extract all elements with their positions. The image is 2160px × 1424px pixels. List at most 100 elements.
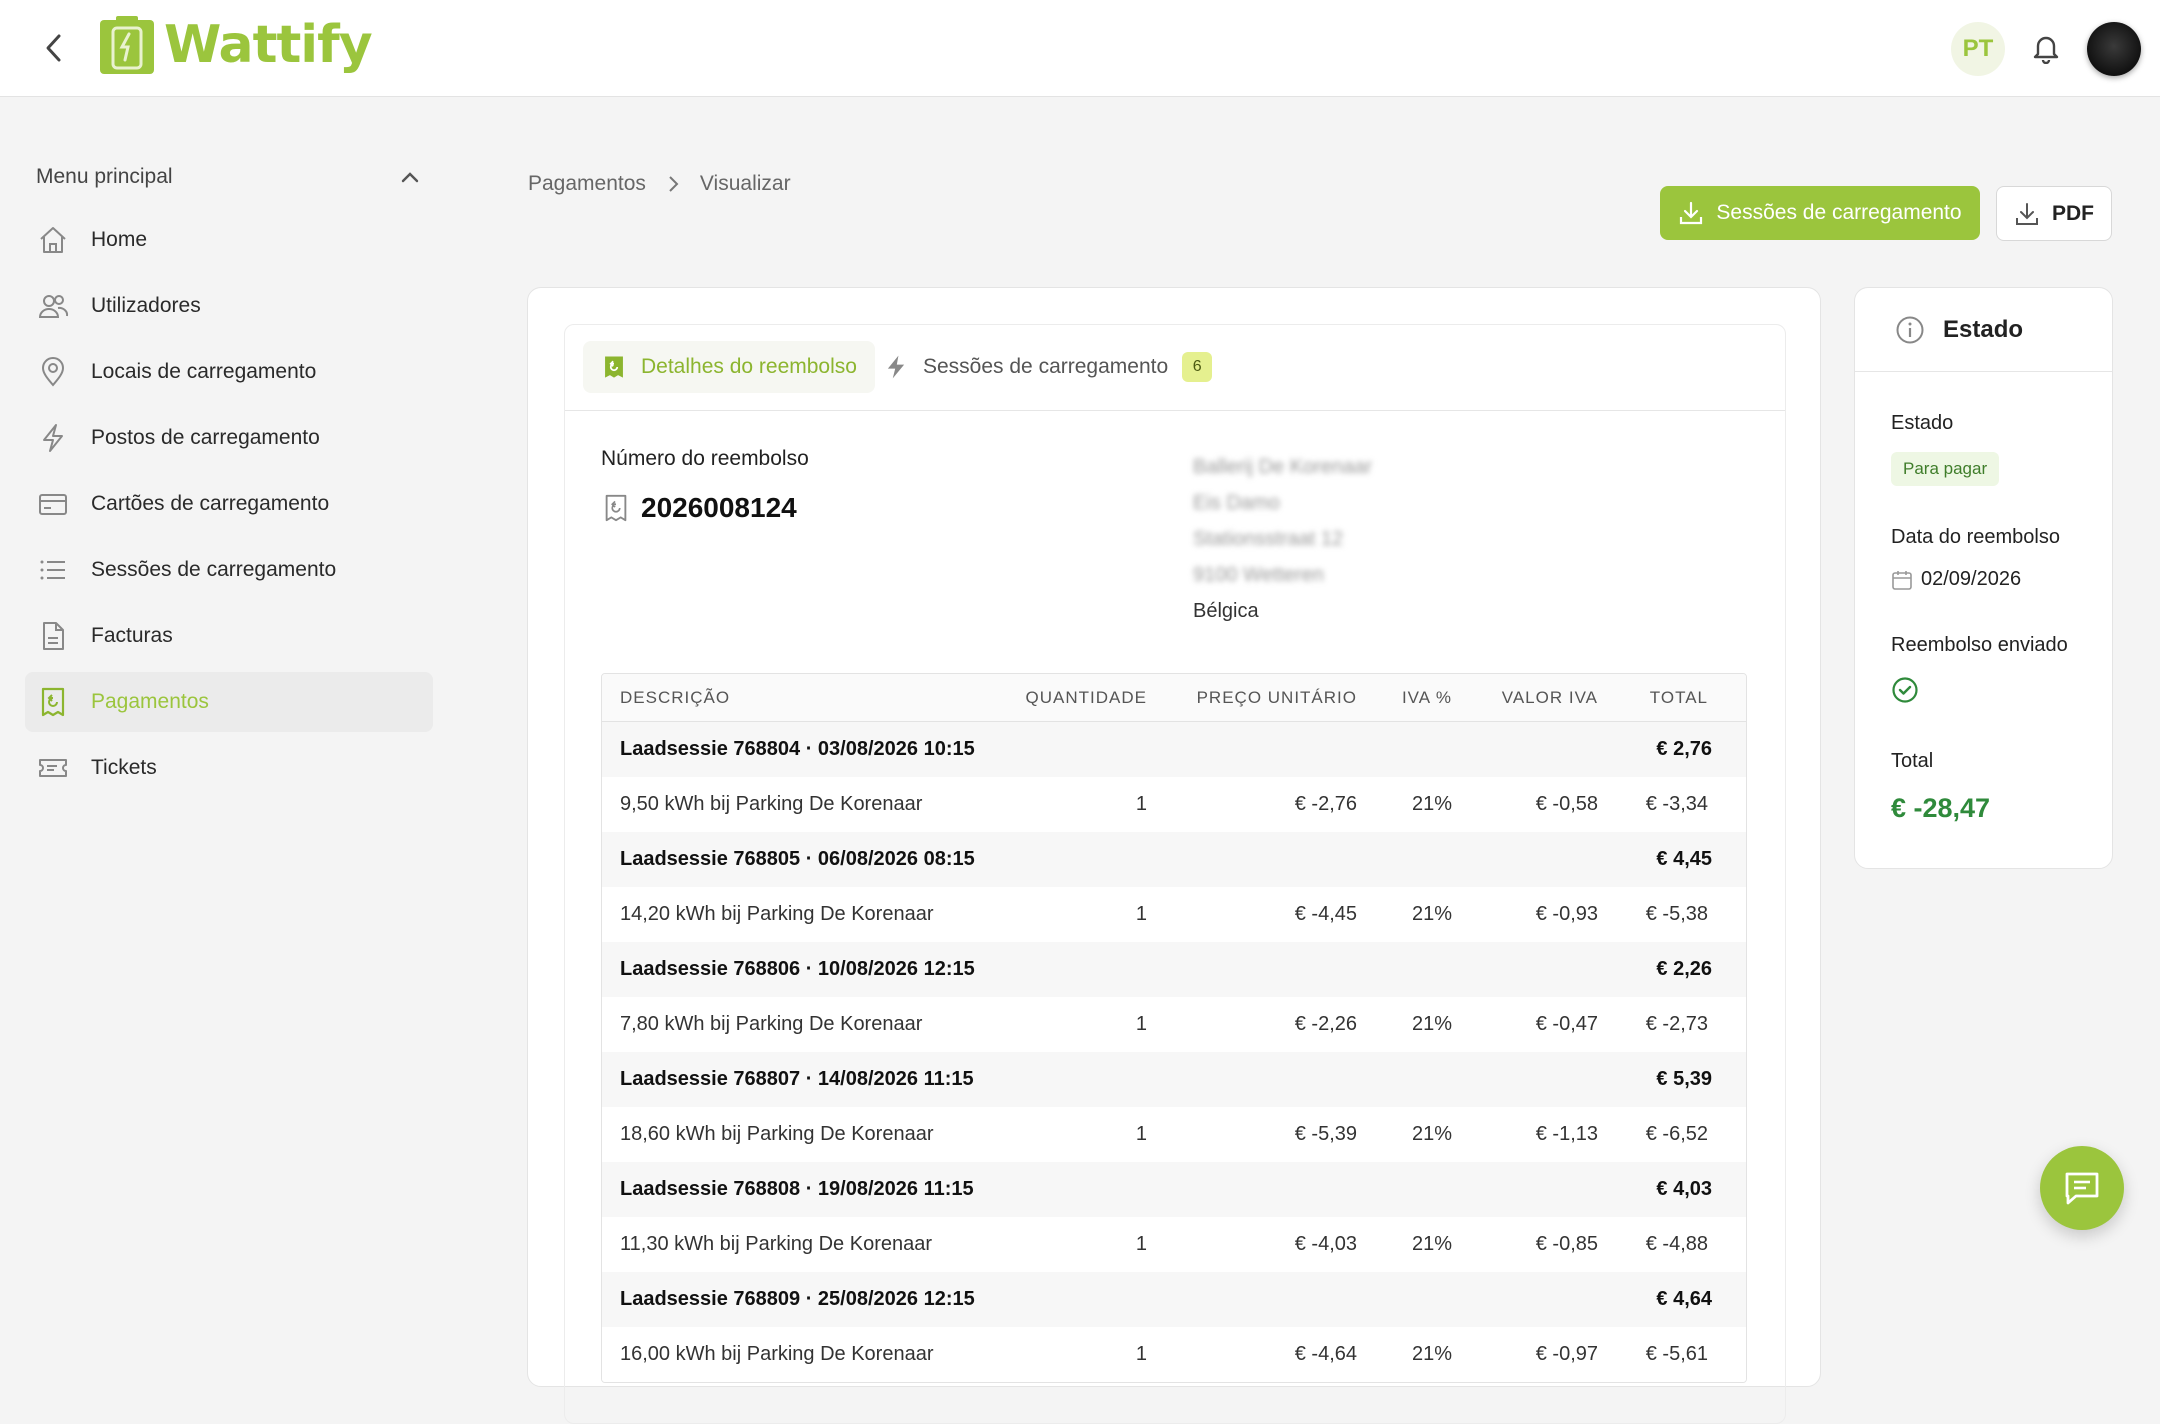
sidebar-item-charging-cards[interactable]: Cartões de carregamento [25,474,433,534]
refund-date: 02/09/2026 [1891,568,2021,591]
session-title: Laadsessie 768804 · 03/08/2026 10:15 [620,738,975,760]
refund-lines-table: DESCRIÇÃO QUANTIDADE PREÇO UNITÁRIO IVA … [601,673,1747,1383]
line-total: € -3,34 [1645,793,1708,815]
brand-logo[interactable]: Wattify [98,14,373,76]
chevron-up-icon [401,172,419,183]
table-row: 16,00 kWh bij Parking De Korenaar 1 € -4,6… [602,1327,1746,1382]
sidebar-item-label: Utilizadores [91,294,201,317]
line-total: € -5,61 [1645,1343,1708,1365]
session-title: Laadsessie 768806 · 10/08/2026 12:15 [620,958,975,980]
sidebar-item-label: Postos de carregamento [91,426,320,449]
line-vat-pct: 21% [1411,1233,1452,1255]
line-quantity: 1 [1135,1343,1147,1365]
language-selector[interactable]: PT [1951,22,2005,76]
table-row-session: Laadsessie 768806 · 10/08/2026 12:15 € 2,… [602,942,1746,997]
sidebar-nav: Home Utilizadores Locais de carregamento… [25,210,433,804]
line-vat-value: € -1,13 [1535,1123,1598,1145]
line-quantity: 1 [1135,1233,1147,1255]
check-circle-icon [1892,677,1918,703]
line-total: € -4,88 [1645,1233,1708,1255]
download-pdf-button[interactable]: PDF [1996,186,2112,241]
location-pin-icon [41,357,65,387]
tab-label: Detalhes do reembolso [641,355,857,378]
sidebar-item-charging-locations[interactable]: Locais de carregamento [25,342,433,402]
session-total: € 2,26 [1656,958,1712,980]
line-unit-price: € -4,45 [1294,903,1357,925]
column-header-total: TOTAL [1649,687,1708,707]
line-vat-pct: 21% [1411,793,1452,815]
session-title: Laadsessie 768809 · 25/08/2026 12:15 [620,1288,975,1310]
notifications-button[interactable] [2026,28,2066,68]
users-icon [38,295,69,318]
table-row-session: Laadsessie 768807 · 14/08/2026 11:15 € 5,… [602,1052,1746,1107]
line-description: 14,20 kWh bij Parking De Korenaar [620,903,934,925]
session-total: € 4,64 [1656,1288,1712,1310]
address-line: Ballerij De Korenaar [1193,456,1372,478]
line-total: € -6,52 [1645,1123,1708,1145]
tab-refund-details[interactable]: Detalhes do reembolso [583,341,875,393]
sidebar-item-users[interactable]: Utilizadores [25,276,433,336]
tab-charging-sessions[interactable]: Sessões de carregamento 6 [865,341,1230,393]
tab-label: Sessões de carregamento [923,355,1169,378]
sidebar-item-home[interactable]: Home [25,210,433,270]
line-vat-value: € -0,93 [1535,903,1598,925]
download-sessions-button[interactable]: Sessões de carregamento [1660,186,1980,240]
main-menu-toggle[interactable]: Menu principal [36,161,420,193]
download-sessions-label: Sessões de carregamento [1716,201,1962,224]
user-avatar[interactable] [2087,22,2141,76]
sidebar-item-invoices[interactable]: Facturas [25,606,433,666]
download-icon [2016,202,2038,225]
sidebar-item-label: Home [91,228,148,251]
status-card-header: Estado [1855,288,2112,372]
session-total: € 5,39 [1656,1068,1712,1090]
address-line: Eis Damo [1193,492,1280,514]
lightning-icon [887,355,905,379]
line-total: € -2,73 [1645,1013,1708,1035]
table-row: 11,30 kWh bij Parking De Korenaar 1 € -4,0… [602,1217,1746,1272]
table-row-session: Laadsessie 768804 · 03/08/2026 10:15 € 2,… [602,722,1746,777]
line-vat-value: € -0,97 [1535,1343,1598,1365]
column-header-quantity: QUANTIDADE [1025,687,1147,707]
sidebar-item-label: Sessões de carregamento [91,558,337,581]
table-row-session: Laadsessie 768808 · 19/08/2026 11:15 € 4,… [602,1162,1746,1217]
status-card: Estado Estado Para pagar Data do reembol… [1854,287,2113,869]
line-description: 16,00 kWh bij Parking De Korenaar [620,1343,934,1365]
session-total: € 4,45 [1656,848,1712,870]
line-unit-price: € -2,76 [1294,793,1357,815]
back-button[interactable] [34,28,74,68]
line-unit-price: € -5,39 [1294,1123,1357,1145]
table-header-row: DESCRIÇÃO QUANTIDADE PREÇO UNITÁRIO IVA … [602,674,1746,722]
breadcrumb: Pagamentos Visualizar [528,172,791,196]
refund-number-value: 2026008124 [641,492,797,523]
column-header-description: DESCRIÇÃO [620,687,731,707]
sidebar-item-label: Cartões de carregamento [91,492,330,515]
line-quantity: 1 [1135,793,1147,815]
table-row: 18,60 kWh bij Parking De Korenaar 1 € -5,3… [602,1107,1746,1162]
sidebar-item-charging-stations[interactable]: Postos de carregamento [25,408,433,468]
table-row: 7,80 kWh bij Parking De Korenaar 1 € -2,26… [602,997,1746,1052]
table-row: 9,50 kWh bij Parking De Korenaar 1 € -2,76… [602,777,1746,832]
sidebar-item-payments[interactable]: Pagamentos [25,672,433,732]
line-vat-value: € -0,58 [1535,793,1598,815]
sidebar-item-tickets[interactable]: Tickets [25,738,433,798]
line-vat-pct: 21% [1411,1343,1452,1365]
brand-name: Wattify [164,15,373,75]
sidebar-item-charging-sessions[interactable]: Sessões de carregamento [25,540,433,600]
refund-receipt-icon [41,687,65,717]
table-row-session: Laadsessie 768805 · 06/08/2026 08:15 € 4,… [602,832,1746,887]
chevron-right-icon [669,176,679,192]
top-header: Wattify PT [0,0,2160,97]
total-value: € -28,47 [1891,793,1991,823]
line-quantity: 1 [1135,903,1147,925]
column-header-vat-pct: IVA % [1401,687,1452,707]
refund-receipt-icon [605,494,627,522]
lightning-icon [43,424,63,452]
refund-receipt-icon [605,356,623,378]
sidebar-item-label: Pagamentos [91,690,209,713]
breadcrumb-parent[interactable]: Pagamentos [528,172,646,196]
sessions-count-badge: 6 [1182,352,1213,382]
chat-button[interactable] [2040,1146,2124,1230]
info-icon [1896,316,1924,343]
session-total: € 2,76 [1656,738,1712,760]
sidebar-item-label: Locais de carregamento [91,360,317,383]
